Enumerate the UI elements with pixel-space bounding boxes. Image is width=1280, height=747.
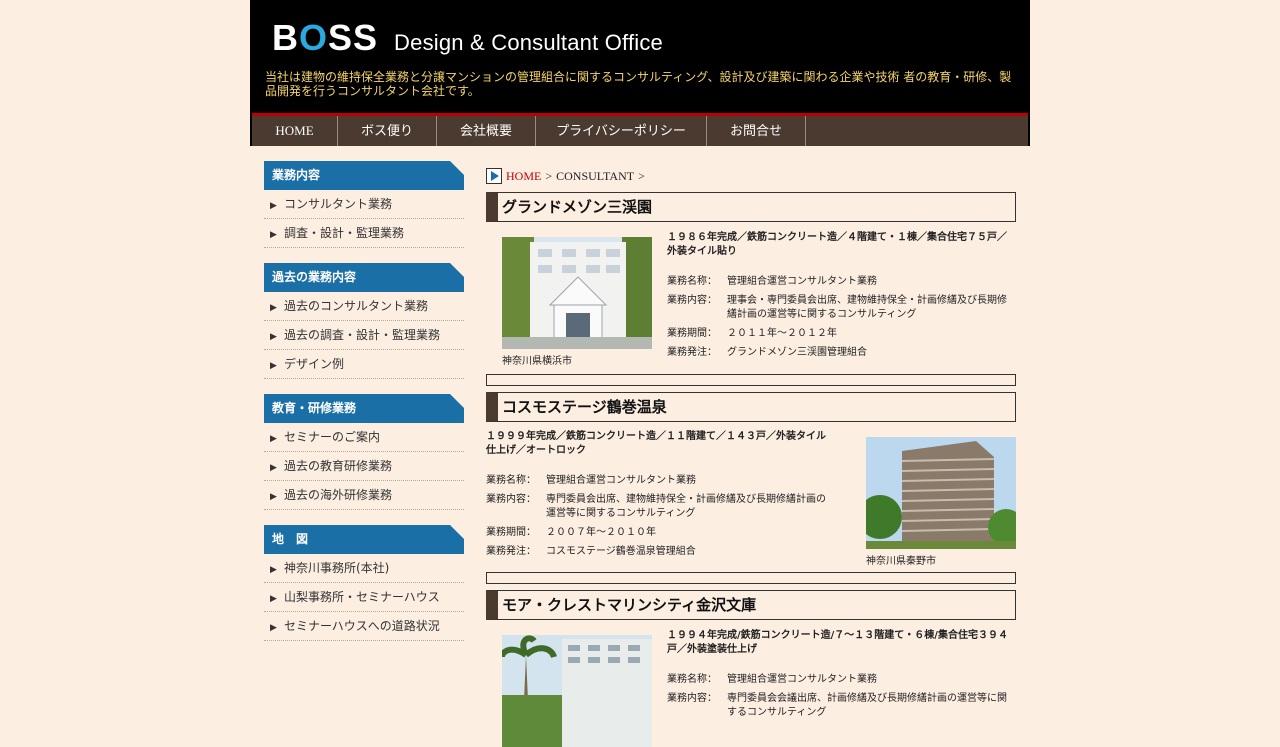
project-title: モア・クレストマリンシティ金沢文庫 xyxy=(486,590,1016,620)
photo-caption: 神奈川県秦野市 xyxy=(866,556,936,567)
project-block: １９９９年完成／鉄筋コンクリート造／１１階建て／１４３戸／外装タイル仕上げ／オー… xyxy=(486,422,1016,572)
project-photo xyxy=(502,635,652,747)
sidebar-item-survey[interactable]: ▶ 調査・設計・監理業務 xyxy=(264,219,464,248)
project-title: コスモステージ鶴巻温泉 xyxy=(486,392,1016,422)
project-description: １９８６年完成／鉄筋コンクリート造／４階建て・１棟／集合住宅７５戸／外装タイル貼… xyxy=(667,232,1007,358)
section-divider xyxy=(486,572,1016,584)
detail-row: 業務期間： ２０１１年～２０１２年 xyxy=(667,328,837,339)
project-description: １９９４年完成/鉄筋コンクリート造/７～１３階建て・６棟/集合住宅３９４戸／外装… xyxy=(667,629,1016,725)
sidebar-heading-past: 過去の業務内容 xyxy=(264,263,464,292)
sidebar-heading-services: 業務内容 xyxy=(264,161,464,190)
site-logo[interactable]: BOSS Design & Consultant Office xyxy=(272,20,663,56)
detail-row: 業務発注： コスモステージ鶴巻温泉管理組合 xyxy=(486,546,696,557)
triangle-icon: ▶ xyxy=(270,201,277,211)
triangle-icon: ▶ xyxy=(270,594,277,604)
sidebar-item-road-status[interactable]: ▶ セミナーハウスへの道路状況 xyxy=(264,612,464,641)
logo-boss: BOSS xyxy=(272,17,379,58)
triangle-icon: ▶ xyxy=(270,230,277,240)
project-block: １９９４年完成/鉄筋コンクリート造/７～１３階建て・６棟/集合住宅３９４戸／外装… xyxy=(486,620,1016,747)
triangle-icon: ▶ xyxy=(270,463,277,473)
site-header: BOSS Design & Consultant Office 当社は建物の維持… xyxy=(250,0,1030,146)
triangle-icon: ▶ xyxy=(270,565,277,575)
nav-privacy[interactable]: プライバシーポリシー xyxy=(536,116,707,146)
nav-company[interactable]: 会社概要 xyxy=(437,116,536,146)
nav-boss-news[interactable]: ボス便り xyxy=(338,116,437,146)
building-photo xyxy=(866,437,1016,549)
detail-row: 業務名称： 管理組合運営コンサルタント業務 xyxy=(667,276,877,287)
project-photo: 神奈川県秦野市 xyxy=(866,437,1016,567)
sidebar: 業務内容 ▶ コンサルタント業務 ▶ 調査・設計・監理業務 過去の業務内容 ▶ 過去の… xyxy=(264,161,464,641)
triangle-icon: ▶ xyxy=(270,303,277,313)
photo-caption: 神奈川県横浜市 xyxy=(502,356,572,367)
sidebar-item-yamanashi-office[interactable]: ▶ 山梨事務所・セミナーハウス xyxy=(264,583,464,612)
main-nav: HOME ボス便り 会社概要 プライバシーポリシー お問合せ xyxy=(252,113,1028,146)
sidebar-item-consultant[interactable]: ▶ コンサルタント業務 xyxy=(264,190,464,219)
triangle-icon: ▶ xyxy=(270,434,277,444)
nav-contact[interactable]: お問合せ xyxy=(707,116,806,146)
detail-row: 業務内容： 専門委員会出席、建物維持保全・計画修繕及び長期修繕計画の運営等に関する… xyxy=(486,494,826,519)
play-icon xyxy=(486,168,502,184)
tagline: 当社は建物の維持保全業務と分譲マンションの管理組合に関するコンサルティング、設計… xyxy=(265,70,1012,98)
detail-row: 業務内容： 理事会・専門委員会出席、建物維持保全・計画修繕及び長期修繕計画の運営等… xyxy=(667,295,1007,320)
sidebar-heading-training: 教育・研修業務 xyxy=(264,394,464,423)
building-photo xyxy=(502,635,652,747)
section-divider xyxy=(486,374,1016,386)
breadcrumb-current: CONSULTANT xyxy=(556,168,635,183)
site-subtitle: Design & Consultant Office xyxy=(394,30,663,55)
detail-row: 業務期間： ２００７年～２０１０年 xyxy=(486,527,656,538)
triangle-icon: ▶ xyxy=(270,332,277,342)
nav-home[interactable]: HOME xyxy=(252,116,338,146)
project-photo: 神奈川県横浜市 xyxy=(502,237,652,367)
project-block: 神奈川県横浜市 １９８６年完成／鉄筋コンクリート造／４階建て・１棟／集合住宅７５… xyxy=(486,222,1016,374)
sidebar-item-past-survey[interactable]: ▶ 過去の調査・設計・監理業務 xyxy=(264,321,464,350)
sidebar-item-overseas-training[interactable]: ▶ 過去の海外研修業務 xyxy=(264,481,464,510)
building-photo xyxy=(502,237,652,349)
triangle-icon: ▶ xyxy=(270,492,277,502)
sidebar-item-kanagawa-office[interactable]: ▶ 神奈川事務所(本社) xyxy=(264,554,464,583)
triangle-icon: ▶ xyxy=(270,623,277,633)
breadcrumb: HOME > CONSULTANT > xyxy=(486,166,1016,186)
project-description: １９９９年完成／鉄筋コンクリート造／１１階建て／１４３戸／外装タイル仕上げ／オー… xyxy=(486,430,831,564)
triangle-icon: ▶ xyxy=(270,361,277,371)
detail-row: 業務名称： 管理組合運営コンサルタント業務 xyxy=(486,475,696,486)
sidebar-item-past-training[interactable]: ▶ 過去の教育研修業務 xyxy=(264,452,464,481)
sidebar-item-past-consultant[interactable]: ▶ 過去のコンサルタント業務 xyxy=(264,292,464,321)
sidebar-item-design[interactable]: ▶ デザイン例 xyxy=(264,350,464,379)
project-title: グランドメゾン三渓園 xyxy=(486,192,1016,222)
breadcrumb-home[interactable]: HOME xyxy=(506,169,541,184)
sidebar-item-seminar[interactable]: ▶ セミナーのご案内 xyxy=(264,423,464,452)
detail-row: 業務発注： グランドメゾン三渓園管理組合 xyxy=(667,347,867,358)
detail-row: 業務名称： 管理組合運営コンサルタント業務 xyxy=(667,674,877,685)
main-content: HOME > CONSULTANT > グランドメゾン三渓園 神奈川県横浜市 １… xyxy=(486,166,1016,747)
sidebar-heading-map: 地 図 xyxy=(264,525,464,554)
detail-row: 業務内容： 専門委員会会議出席、計画修繕及び長期修繕計画の運営等に関するコンサルテ… xyxy=(667,693,1007,718)
